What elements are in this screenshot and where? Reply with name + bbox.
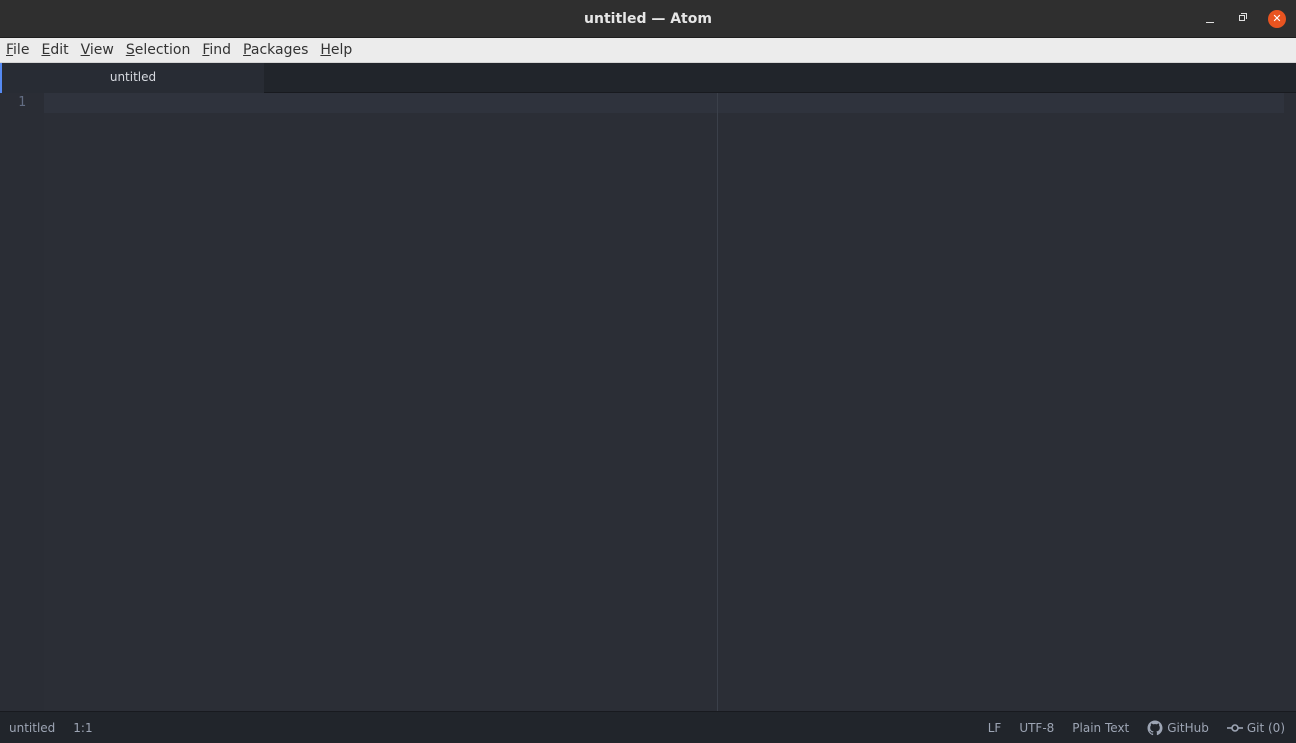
atom-window: untitled — Atom ✕ File Edit View Selecti…: [0, 0, 1296, 743]
window-title: untitled — Atom: [584, 11, 712, 27]
menu-file[interactable]: File: [6, 38, 29, 63]
title-bar: untitled — Atom ✕: [0, 0, 1296, 38]
status-github-label: GitHub: [1167, 720, 1209, 735]
status-git-label: Git (0): [1246, 720, 1285, 735]
line-number: 1: [18, 95, 26, 110]
menu-packages[interactable]: Packages: [243, 38, 308, 63]
cursor-line-highlight: [44, 93, 1284, 113]
menu-find[interactable]: Find: [202, 38, 231, 63]
status-encoding[interactable]: UTF-8: [1019, 721, 1054, 735]
line-number-gutter: 1: [0, 93, 44, 711]
github-icon: [1147, 720, 1163, 735]
status-cursor-position[interactable]: 1:1: [73, 721, 92, 735]
status-file-name[interactable]: untitled: [9, 721, 55, 735]
tab-untitled[interactable]: untitled: [0, 63, 264, 93]
tab-bar: untitled: [0, 63, 1296, 93]
status-bar: untitled 1:1 LF UTF-8 Plain Text GitHub …: [0, 711, 1296, 743]
status-bar-left: untitled 1:1: [9, 712, 111, 743]
menu-edit[interactable]: Edit: [41, 38, 68, 63]
status-grammar[interactable]: Plain Text: [1072, 721, 1129, 735]
status-git[interactable]: Git (0): [1226, 720, 1285, 735]
close-button[interactable]: ✕: [1268, 10, 1286, 28]
menu-view[interactable]: View: [81, 38, 114, 63]
menu-bar: File Edit View Selection Find Packages H…: [0, 38, 1296, 63]
restore-button[interactable]: [1234, 10, 1252, 28]
git-commit-icon: [1226, 723, 1243, 732]
text-editor[interactable]: 1: [0, 93, 1296, 711]
menu-help[interactable]: Help: [320, 38, 352, 63]
status-github[interactable]: GitHub: [1147, 720, 1209, 736]
minimize-button[interactable]: [1201, 10, 1219, 28]
vertical-scrollbar[interactable]: [1284, 93, 1296, 711]
wrap-guide: [717, 93, 718, 711]
status-bar-right: LF UTF-8 Plain Text GitHub Git (0): [970, 712, 1285, 743]
menu-selection[interactable]: Selection: [126, 38, 191, 63]
status-line-ending[interactable]: LF: [988, 721, 1002, 735]
